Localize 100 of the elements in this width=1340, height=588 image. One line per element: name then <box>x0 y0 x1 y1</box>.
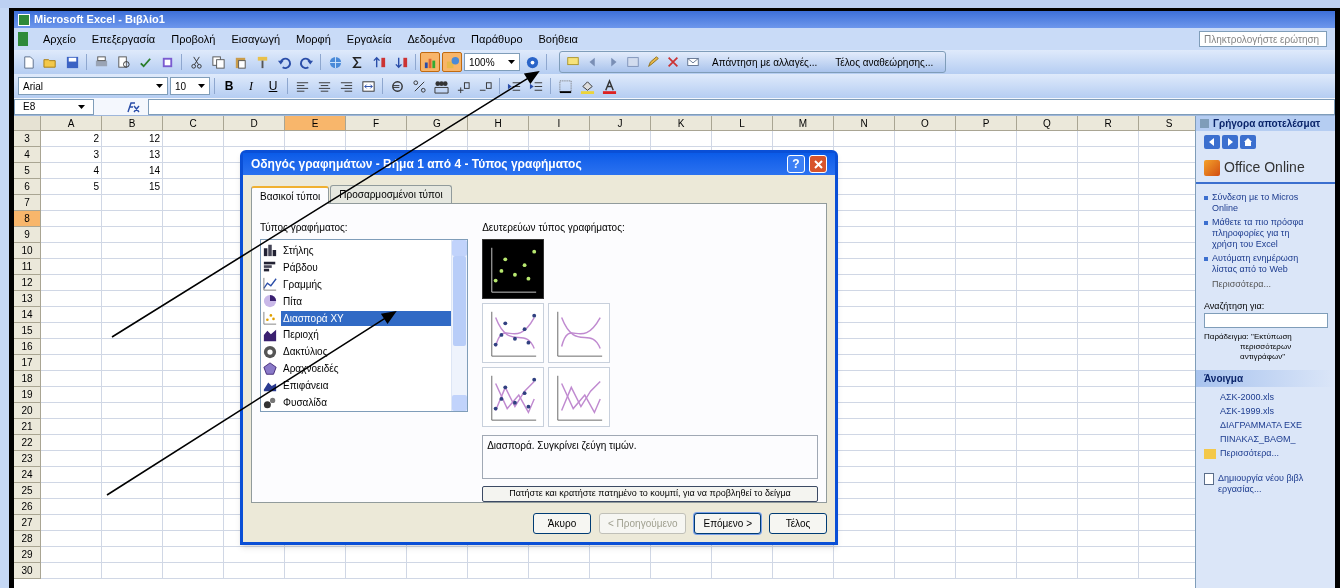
back-button[interactable] <box>1204 135 1220 149</box>
list-item[interactable]: Στήλης <box>281 242 452 258</box>
menu-item[interactable]: Επεξεργασία <box>90 30 157 48</box>
column-header[interactable]: N <box>834 116 895 131</box>
menu-item[interactable]: Δεδομένα <box>406 30 457 48</box>
more-link[interactable]: Περισσότερα... <box>1204 278 1327 292</box>
row-header[interactable]: 19 <box>14 387 41 403</box>
italic-button[interactable]: I <box>241 76 261 96</box>
scroll-thumb[interactable] <box>453 256 467 346</box>
row-header[interactable]: 14 <box>14 307 41 323</box>
formula-field[interactable] <box>148 98 1335 115</box>
link[interactable]: Μάθετε τα πιο πρόσφα <box>1212 217 1304 228</box>
row-header[interactable]: 27 <box>14 515 41 531</box>
list-item[interactable]: Περιοχή <box>281 327 452 343</box>
name-box[interactable]: E8 <box>14 98 94 115</box>
row-header[interactable]: 11 <box>14 259 41 275</box>
row-header[interactable]: 13 <box>14 291 41 307</box>
row-header[interactable]: 6 <box>14 179 41 195</box>
column-header[interactable]: B <box>102 116 163 131</box>
row-header[interactable]: 29 <box>14 547 41 563</box>
row-header[interactable]: 3 <box>14 131 41 147</box>
column-header[interactable]: C <box>163 116 224 131</box>
font-size-dropdown[interactable]: 10 <box>170 77 210 95</box>
row-header[interactable]: 21 <box>14 419 41 435</box>
column-header[interactable]: R <box>1078 116 1139 131</box>
menu-item[interactable]: Αρχείο <box>42 30 77 48</box>
row-header[interactable]: 30 <box>14 563 41 579</box>
end-review-button[interactable]: Τέλος αναθεώρησης... <box>827 54 942 70</box>
column-header[interactable]: E <box>285 116 346 131</box>
close-button[interactable] <box>809 155 827 173</box>
column-header[interactable]: P <box>956 116 1017 131</box>
help-button[interactable]: ? <box>787 155 805 173</box>
row-header[interactable]: 22 <box>14 435 41 451</box>
dialog-button[interactable]: Τέλος <box>769 513 827 534</box>
column-header[interactable]: O <box>895 116 956 131</box>
dialog-button[interactable]: Επόμενο > <box>694 513 761 534</box>
menu-item[interactable]: Παράθυρο <box>470 30 524 48</box>
link[interactable]: Σύνδεση με το Micros <box>1212 192 1299 203</box>
link[interactable]: χρήση του Excel <box>1212 239 1304 250</box>
column-header[interactable]: H <box>468 116 529 131</box>
row-header[interactable]: 5 <box>14 163 41 179</box>
insert-function-icon[interactable] <box>126 100 140 113</box>
row-header[interactable]: 23 <box>14 451 41 467</box>
column-header[interactable]: A <box>41 116 102 131</box>
home-button[interactable] <box>1240 135 1256 149</box>
forward-button[interactable] <box>1222 135 1238 149</box>
file-link[interactable]: ΠΙΝΑΚΑΣ_ΒΑΘΜ_ <box>1220 433 1335 445</box>
list-item[interactable]: Επιφάνεια <box>281 378 452 394</box>
link[interactable]: εργασίας... <box>1218 483 1304 495</box>
tab[interactable]: Προσαρμοσμένοι τύποι <box>330 185 452 203</box>
row-header[interactable]: 17 <box>14 355 41 371</box>
list-item[interactable]: Γραμμής <box>281 276 452 292</box>
link[interactable]: Δημιουργία νέου βιβλ <box>1218 472 1304 484</box>
column-header[interactable]: S <box>1139 116 1195 131</box>
list-item[interactable]: Πίτα <box>281 293 452 309</box>
bold-button[interactable]: B <box>219 76 239 96</box>
row-header[interactable]: 16 <box>14 339 41 355</box>
underline-button[interactable]: U <box>263 76 283 96</box>
list-item[interactable]: Δακτύλιος <box>281 344 452 360</box>
file-link[interactable]: ΑΣΚ-1999.xls <box>1220 405 1335 417</box>
link[interactable]: Online <box>1212 203 1299 214</box>
column-header[interactable]: J <box>590 116 651 131</box>
list-item[interactable]: Φυσαλίδα <box>281 395 452 411</box>
dialog-button[interactable]: Άκυρο <box>533 513 591 534</box>
menu-item[interactable]: Μορφή <box>295 30 332 48</box>
column-header[interactable]: M <box>773 116 834 131</box>
reply-with-changes-button[interactable]: Απάντηση με αλλαγές... <box>704 54 826 70</box>
row-header[interactable]: 10 <box>14 243 41 259</box>
scrollbar[interactable] <box>451 240 468 411</box>
file-link[interactable]: ΔΙΑΓΡΑΜΜΑΤΑ ΕΧΕ <box>1220 419 1335 431</box>
column-header[interactable]: Q <box>1017 116 1078 131</box>
row-header[interactable]: 15 <box>14 323 41 339</box>
chart-button[interactable] <box>420 52 440 72</box>
row-header[interactable]: 9 <box>14 227 41 243</box>
preview-button[interactable]: Πατήστε και κρατήστε πατημένο το κουμπί, για να προβληθεί το δείγμα <box>482 486 818 502</box>
column-header[interactable]: G <box>407 116 468 131</box>
more-link[interactable]: Περισσότερα... <box>1220 447 1279 461</box>
search-field[interactable] <box>1204 313 1328 328</box>
zoom-dropdown[interactable]: 100% <box>464 53 520 71</box>
row-header[interactable]: 18 <box>14 371 41 387</box>
link[interactable]: λίστας από το Web <box>1212 264 1299 275</box>
file-link[interactable]: ΑΣΚ-2000.xls <box>1220 391 1335 403</box>
menu-item[interactable]: Εργαλεία <box>345 30 393 48</box>
column-header[interactable]: D <box>224 116 285 131</box>
row-header[interactable]: 26 <box>14 499 41 515</box>
help-search-field[interactable]: Πληκτρολογήστε ερώτηση <box>1199 31 1327 47</box>
menu-item[interactable]: Προβολή <box>170 30 217 48</box>
column-header[interactable]: K <box>651 116 712 131</box>
column-header[interactable]: I <box>529 116 590 131</box>
tab[interactable]: Βασικοί τύποι <box>251 186 330 204</box>
row-header[interactable]: 12 <box>14 275 41 291</box>
list-item[interactable]: Ράβδου <box>281 259 452 275</box>
row-header[interactable]: 24 <box>14 467 41 483</box>
menu-item[interactable]: Βοήθεια <box>537 30 579 48</box>
row-header[interactable]: 20 <box>14 403 41 419</box>
row-header[interactable]: 8 <box>14 211 41 227</box>
column-header[interactable]: L <box>712 116 773 131</box>
font-name-dropdown[interactable]: Arial <box>18 77 168 95</box>
menu-item[interactable]: Εισαγωγή <box>230 30 282 48</box>
row-header[interactable]: 4 <box>14 147 41 163</box>
